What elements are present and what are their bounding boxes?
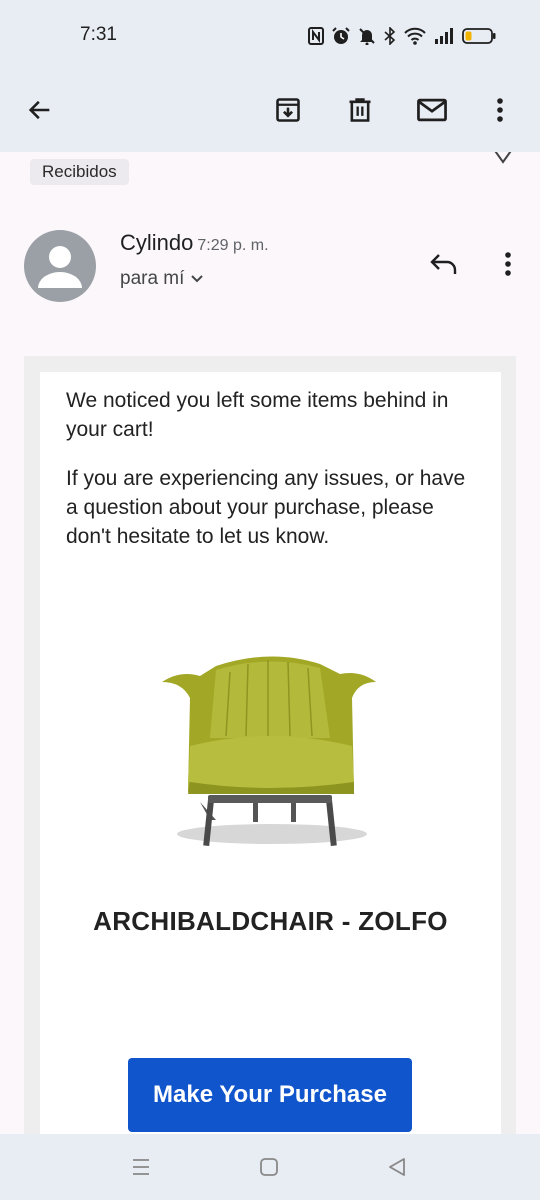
mute-icon	[358, 27, 376, 45]
email-more-icon[interactable]	[488, 244, 528, 284]
nfc-icon	[308, 27, 324, 45]
system-nav-bar	[0, 1134, 540, 1200]
status-time: 7:31	[80, 24, 117, 45]
recipient-toggle[interactable]: para mí	[120, 268, 204, 290]
recents-icon[interactable]	[126, 1152, 156, 1182]
body-paragraph-1: We noticed you left some items behind in…	[66, 389, 449, 441]
label-chip[interactable]: Recibidos	[30, 159, 129, 185]
status-bar: 7:31	[0, 0, 540, 70]
more-vert-icon[interactable]	[476, 86, 524, 134]
alarm-icon	[332, 27, 350, 45]
product-image[interactable]	[160, 642, 380, 852]
status-icons	[308, 24, 496, 48]
star-icon[interactable]	[490, 152, 516, 166]
battery-icon	[462, 27, 496, 45]
bluetooth-icon	[384, 27, 396, 45]
sender-name: Cylindo	[120, 230, 194, 255]
toolbar	[0, 70, 540, 152]
product-name[interactable]: ARCHIBALDCHAIR - ZOLFO	[40, 906, 501, 937]
delete-icon[interactable]	[336, 86, 384, 134]
email-time: 7:29 p. m.	[197, 237, 269, 254]
email-view: Recibidos Cylindo 7:29 p. m. para mí We n…	[0, 152, 540, 1134]
recipient-label: para mí	[120, 268, 185, 289]
mark-unread-icon[interactable]	[408, 86, 456, 134]
back-arrow-icon[interactable]	[16, 86, 64, 134]
back-icon[interactable]	[382, 1152, 412, 1182]
body-paragraph-2: If you are experiencing any issues, or h…	[66, 467, 466, 548]
email-body: We noticed you left some items behind in…	[40, 372, 501, 1134]
chevron-down-icon	[190, 268, 204, 290]
sender: Cylindo 7:29 p. m.	[120, 230, 269, 256]
wifi-icon	[404, 27, 426, 45]
signal-icon	[434, 27, 454, 45]
home-icon[interactable]	[254, 1152, 284, 1182]
archive-icon[interactable]	[264, 86, 312, 134]
reply-icon[interactable]	[424, 244, 464, 284]
make-purchase-button[interactable]: Make Your Purchase	[128, 1058, 412, 1132]
avatar	[24, 230, 96, 302]
